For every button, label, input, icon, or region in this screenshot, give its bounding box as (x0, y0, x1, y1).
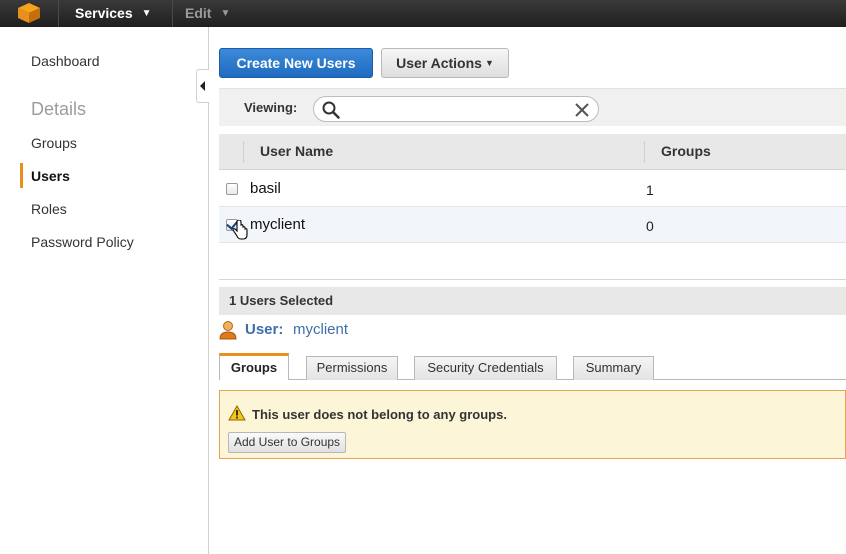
user-name-cell[interactable]: basil (250, 180, 281, 197)
services-menu[interactable]: Services ▼ (75, 5, 152, 21)
collapse-sidebar-button[interactable] (196, 69, 209, 103)
sidebar-divider (208, 27, 209, 554)
services-label: Services (75, 5, 133, 21)
search-input[interactable] (313, 96, 599, 122)
tab-permissions[interactable]: Permissions (306, 356, 398, 380)
sidebar-heading-details: Details (31, 99, 87, 119)
selection-count: 1 Users Selected (229, 293, 334, 308)
row-checkbox[interactable] (226, 183, 238, 195)
chevron-down-icon: ▼ (220, 8, 231, 19)
divider (172, 0, 173, 27)
groups-panel: This user does not belong to any groups.… (219, 390, 846, 459)
table-header: User Name Groups (219, 134, 846, 170)
groups-count-cell: 1 (646, 182, 654, 198)
aws-cube-icon[interactable] (17, 2, 41, 24)
column-divider (243, 141, 244, 163)
warning-icon (228, 405, 246, 421)
divider (58, 0, 59, 27)
add-user-to-groups-button[interactable]: Add User to Groups (228, 432, 347, 453)
column-header-groups[interactable]: Groups (661, 143, 711, 159)
sidebar-item-users[interactable]: Users (31, 168, 70, 184)
user-icon (219, 321, 237, 340)
user-actions-button[interactable]: User Actions ▼ (381, 48, 509, 78)
filter-bar: Viewing: (219, 88, 846, 126)
tab-groups[interactable]: Groups (219, 353, 289, 380)
hand-pointer-icon (232, 220, 248, 240)
table-bottom-border (219, 279, 846, 280)
top-navigation-bar: Services ▼ Edit ▼ (0, 0, 846, 27)
selected-user-name: myclient (293, 321, 349, 338)
column-header-user-name[interactable]: User Name (260, 143, 333, 159)
viewing-label: Viewing: (244, 100, 298, 115)
sidebar-item-roles[interactable]: Roles (31, 201, 67, 217)
chevron-down-icon: ▼ (141, 8, 152, 19)
tab-summary[interactable]: Summary (573, 356, 654, 380)
selection-bar: 1 Users Selected (219, 287, 846, 315)
table-row[interactable]: basil 1 (219, 171, 846, 207)
groups-count-cell: 0 (646, 218, 654, 234)
sidebar-item-dashboard[interactable]: Dashboard (31, 53, 100, 69)
sidebar-item-groups[interactable]: Groups (31, 135, 77, 151)
user-actions-label: User Actions (396, 55, 482, 71)
sidebar-item-password-policy[interactable]: Password Policy (31, 234, 134, 250)
user-label: User: (245, 321, 284, 338)
close-icon[interactable] (573, 101, 591, 119)
edit-label: Edit (185, 5, 212, 21)
column-divider (644, 141, 645, 163)
tab-security-credentials[interactable]: Security Credentials (414, 356, 557, 380)
table-row[interactable]: myclient 0 (219, 207, 846, 243)
warning-message: This user does not belong to any groups. (252, 407, 507, 422)
user-name-cell[interactable]: myclient (250, 216, 305, 233)
search-icon (322, 101, 340, 119)
create-new-users-button[interactable]: Create New Users (219, 48, 373, 78)
chevron-down-icon: ▼ (484, 58, 494, 68)
active-indicator (20, 163, 23, 188)
edit-menu[interactable]: Edit ▼ (185, 5, 230, 21)
